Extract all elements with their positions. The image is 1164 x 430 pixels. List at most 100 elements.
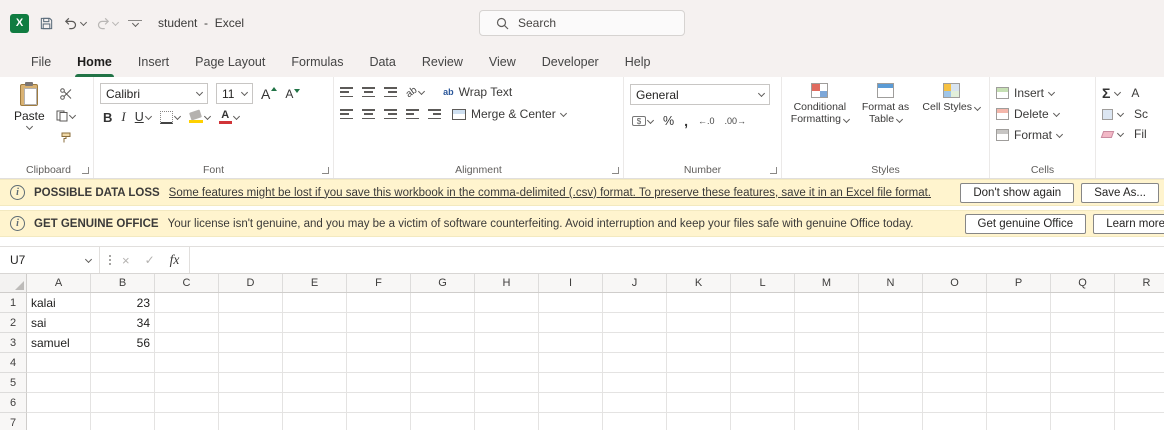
cell-K6[interactable] — [667, 393, 731, 413]
format-cells-button[interactable]: Format — [996, 128, 1089, 142]
cell-H5[interactable] — [475, 373, 539, 393]
cell-L2[interactable] — [731, 313, 795, 333]
cell-F4[interactable] — [347, 353, 411, 373]
cell-A3[interactable]: samuel — [27, 333, 91, 353]
row-header-5[interactable]: 5 — [0, 373, 27, 393]
number-dialog-launcher[interactable] — [770, 167, 777, 174]
cell-R6[interactable] — [1115, 393, 1164, 413]
cell-M2[interactable] — [795, 313, 859, 333]
cell-C1[interactable] — [155, 293, 219, 313]
row-header-1[interactable]: 1 — [0, 293, 27, 313]
tab-formulas[interactable]: Formulas — [278, 46, 356, 77]
get-genuine-office-button[interactable]: Get genuine Office — [964, 213, 1087, 234]
fill-color-button[interactable] — [188, 109, 211, 123]
select-all-corner[interactable] — [0, 274, 27, 292]
cell-C7[interactable] — [155, 413, 219, 430]
cell-F3[interactable] — [347, 333, 411, 353]
clear-button[interactable]: Fil — [1100, 127, 1164, 141]
cell-L1[interactable] — [731, 293, 795, 313]
cell-N4[interactable] — [859, 353, 923, 373]
cell-R4[interactable] — [1115, 353, 1164, 373]
autosum-button[interactable]: Σ A — [1102, 85, 1164, 101]
row-header-6[interactable]: 6 — [0, 393, 27, 413]
cell-D2[interactable] — [219, 313, 283, 333]
tab-developer[interactable]: Developer — [529, 46, 612, 77]
cell-O6[interactable] — [923, 393, 987, 413]
cell-Q1[interactable] — [1051, 293, 1115, 313]
cell-C6[interactable] — [155, 393, 219, 413]
comma-style-button[interactable]: , — [684, 113, 688, 129]
cell-P2[interactable] — [987, 313, 1051, 333]
paste-button[interactable]: Paste — [10, 81, 52, 162]
search-box[interactable]: Search — [479, 10, 685, 36]
cell-M4[interactable] — [795, 353, 859, 373]
cell-K5[interactable] — [667, 373, 731, 393]
copy-button[interactable] — [52, 107, 80, 125]
font-color-button[interactable]: A — [218, 109, 240, 124]
wrap-text-button[interactable]: ab Wrap Text — [443, 85, 512, 99]
customize-quick-access-button[interactable] — [128, 19, 142, 28]
clipboard-dialog-launcher[interactable] — [82, 167, 89, 174]
cell-C2[interactable] — [155, 313, 219, 333]
insert-function-button[interactable]: fx — [170, 252, 180, 268]
cell-F2[interactable] — [347, 313, 411, 333]
cell-B1[interactable]: 23 — [91, 293, 155, 313]
bold-button[interactable]: B — [103, 110, 112, 125]
fill-button[interactable]: Sc — [1102, 107, 1164, 121]
align-center-icon[interactable] — [362, 109, 375, 119]
column-header-D[interactable]: D — [219, 274, 283, 292]
cell-F5[interactable] — [347, 373, 411, 393]
accounting-format-button[interactable]: $ — [632, 116, 655, 126]
cell-R1[interactable] — [1115, 293, 1164, 313]
cell-I6[interactable] — [539, 393, 603, 413]
font-size-combo[interactable]: 11 — [216, 83, 253, 104]
cell-I7[interactable] — [539, 413, 603, 430]
cell-C4[interactable] — [155, 353, 219, 373]
cell-H2[interactable] — [475, 313, 539, 333]
decrease-decimal-button[interactable]: .00→ — [725, 116, 747, 126]
increase-font-size-button[interactable]: A — [261, 86, 278, 102]
cell-Q5[interactable] — [1051, 373, 1115, 393]
tab-view[interactable]: View — [476, 46, 529, 77]
cell-F7[interactable] — [347, 413, 411, 430]
column-header-M[interactable]: M — [795, 274, 859, 292]
save-as-button[interactable]: Save As... — [1081, 182, 1159, 203]
excel-app-icon[interactable]: X — [10, 13, 29, 33]
cell-R7[interactable] — [1115, 413, 1164, 430]
cell-M7[interactable] — [795, 413, 859, 430]
cell-L3[interactable] — [731, 333, 795, 353]
cell-L4[interactable] — [731, 353, 795, 373]
cell-H4[interactable] — [475, 353, 539, 373]
cell-D4[interactable] — [219, 353, 283, 373]
cell-G5[interactable] — [411, 373, 475, 393]
cell-E6[interactable] — [283, 393, 347, 413]
borders-button[interactable] — [159, 110, 181, 124]
cell-J3[interactable] — [603, 333, 667, 353]
cell-G3[interactable] — [411, 333, 475, 353]
cell-B6[interactable] — [91, 393, 155, 413]
column-header-P[interactable]: P — [987, 274, 1051, 292]
name-box[interactable]: U7 — [0, 247, 100, 273]
cell-E5[interactable] — [283, 373, 347, 393]
dont-show-again-button[interactable]: Don't show again — [960, 182, 1075, 203]
column-header-O[interactable]: O — [923, 274, 987, 292]
cell-O4[interactable] — [923, 353, 987, 373]
cell-A4[interactable] — [27, 353, 91, 373]
formula-input[interactable] — [189, 247, 1164, 273]
cell-B4[interactable] — [91, 353, 155, 373]
column-header-E[interactable]: E — [283, 274, 347, 292]
cell-K2[interactable] — [667, 313, 731, 333]
cell-H3[interactable] — [475, 333, 539, 353]
cell-J1[interactable] — [603, 293, 667, 313]
cell-R2[interactable] — [1115, 313, 1164, 333]
cell-I2[interactable] — [539, 313, 603, 333]
delete-cells-button[interactable]: Delete — [996, 107, 1089, 121]
cell-N2[interactable] — [859, 313, 923, 333]
cell-E1[interactable] — [283, 293, 347, 313]
cell-C3[interactable] — [155, 333, 219, 353]
format-painter-button[interactable] — [52, 129, 80, 147]
redo-button[interactable] — [96, 17, 120, 30]
cell-O7[interactable] — [923, 413, 987, 430]
cell-styles-button[interactable]: Cell Styles — [919, 83, 983, 126]
format-as-table-button[interactable]: Format as Table — [854, 83, 918, 126]
